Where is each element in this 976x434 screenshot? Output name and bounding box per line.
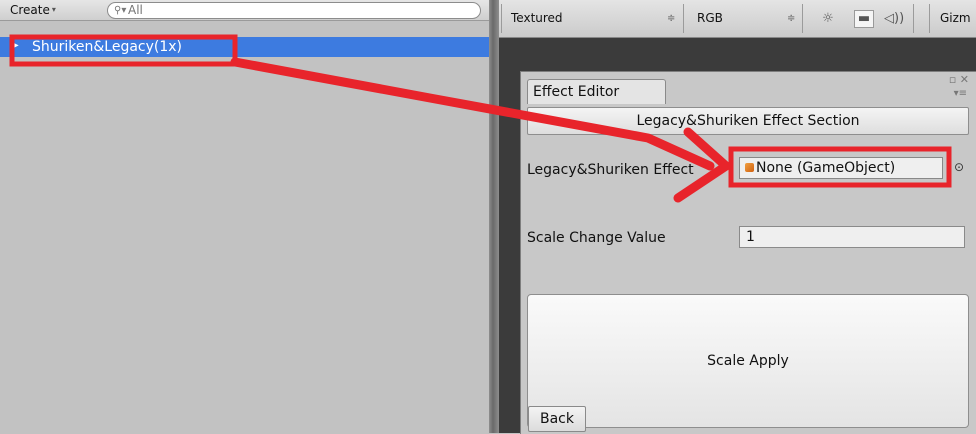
window-title: Effect Editor (533, 84, 620, 100)
hierarchy-panel: Create▾ ⚲▾ ▶ Shuriken&Legacy(1x) (0, 0, 489, 433)
window-controls: ▫ ✕ (949, 74, 969, 86)
cube-icon (745, 163, 754, 172)
chevron-updown-icon[interactable]: ≑ (787, 10, 795, 27)
maximize-icon[interactable]: ▫ (949, 73, 956, 86)
game-object-field[interactable]: None (GameObject) (739, 157, 943, 179)
sun-icon[interactable]: ☼ (818, 9, 838, 29)
scene-toolbar: Textured ≑ RGB ≑ ☼ ▬ ◁)) Gizm (499, 0, 976, 38)
scene-panel: Textured ≑ RGB ≑ ☼ ▬ ◁)) Gizm Effect Edi… (499, 0, 976, 434)
effect-editor-tab[interactable]: Effect Editor (527, 79, 666, 104)
hierarchy-item-label: Shuriken&Legacy(1x) (32, 39, 183, 55)
back-button[interactable]: Back (528, 406, 586, 432)
hierarchy-toolbar: Create ▾ ⚲▾ (0, 0, 489, 21)
toolbar-separator (802, 4, 803, 33)
speaker-icon[interactable]: ◁)) (884, 9, 904, 29)
effect-section-button[interactable]: Legacy&Shuriken Effect Section (527, 107, 969, 135)
render-mode-dropdown[interactable]: Textured (511, 10, 563, 27)
search-icon: ⚲▾ (114, 5, 127, 16)
search-input[interactable] (128, 3, 468, 18)
gizmos-dropdown[interactable]: Gizm (940, 10, 971, 27)
effect-editor-window: Effect Editor ▫ ✕ ▾≡ Legacy&Shuriken Eff… (520, 71, 976, 434)
gizmos-label: Gizm (940, 11, 971, 25)
scale-apply-button[interactable]: Scale Apply (527, 294, 969, 428)
create-button[interactable]: Create ▾ (6, 2, 60, 18)
render-mode-label: Textured (511, 11, 563, 25)
toolbar-separator (501, 4, 502, 33)
object-field-value: None (GameObject) (756, 160, 896, 176)
chevron-down-icon: ▾ (51, 5, 56, 14)
channel-dropdown[interactable]: RGB (697, 10, 723, 27)
chevron-updown-icon[interactable]: ≑ (667, 10, 675, 27)
create-label: Create (10, 3, 50, 17)
channel-label: RGB (697, 11, 723, 25)
scale-change-input[interactable] (739, 226, 965, 248)
image-icon[interactable]: ▬ (854, 10, 874, 28)
toolbar-separator (929, 4, 930, 33)
toolbar-separator (913, 4, 914, 33)
target-icon[interactable]: ⊙ (954, 161, 966, 173)
search-box[interactable]: ⚲▾ (107, 2, 481, 19)
menu-icon[interactable]: ▾≡ (954, 88, 967, 99)
panel-divider[interactable] (489, 0, 499, 433)
close-icon[interactable]: ✕ (960, 73, 969, 86)
hierarchy-item-selected[interactable]: ▶ Shuriken&Legacy(1x) (0, 37, 489, 57)
effect-field-label: Legacy&Shuriken Effect (527, 162, 694, 178)
scale-change-label: Scale Change Value (527, 230, 666, 246)
toolbar-separator (683, 4, 684, 33)
triangle-right-icon[interactable]: ▶ (11, 40, 19, 51)
